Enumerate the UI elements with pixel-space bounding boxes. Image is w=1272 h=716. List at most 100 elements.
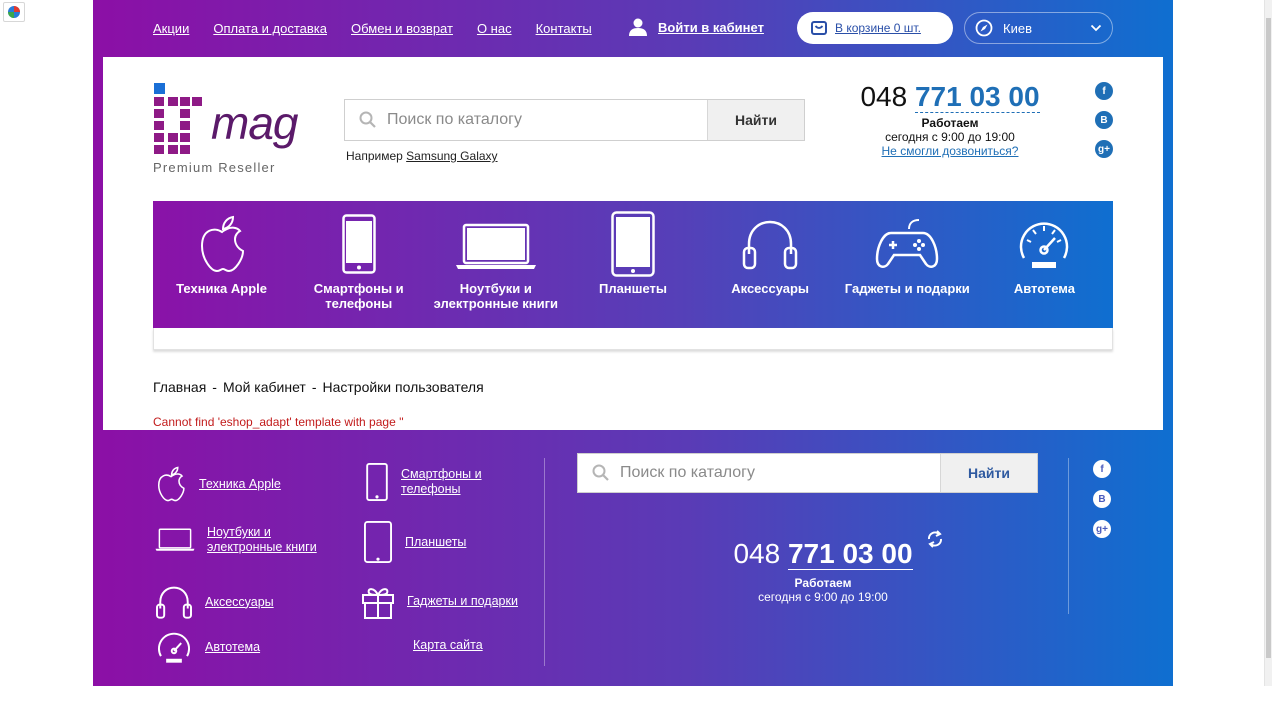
google-plus-icon[interactable]: g+ [1093, 520, 1111, 538]
cart-button[interactable]: В корзине 0 шт. [797, 12, 953, 44]
footer-link-tablets-label: Планшеты [405, 534, 467, 549]
footer-link-sitemap-label: Карта сайта [413, 638, 483, 652]
laptop-icon [455, 223, 536, 269]
footer-search: Найти [577, 453, 1038, 493]
phone-main: 771 03 00 [914, 81, 1040, 113]
breadcrumb-home[interactable]: Главная [153, 379, 206, 395]
headphones-icon [742, 220, 798, 270]
top-link-returns[interactable]: Обмен и возврат [351, 21, 453, 36]
category-phones[interactable]: Смартфоны и телефоны [290, 201, 427, 328]
breadcrumb-separator: - [311, 379, 317, 395]
user-icon [629, 18, 647, 36]
top-link-promo[interactable]: Акции [153, 21, 189, 36]
search-icon [359, 111, 376, 128]
footer-link-auto-label: Автотема [205, 639, 261, 654]
search-icon [592, 464, 609, 481]
footer-link-phones[interactable]: Смартфоны и телефоны [365, 463, 491, 501]
tablet-icon [611, 211, 655, 277]
main-area: mag Premium Reseller Найти Например Sams… [103, 57, 1163, 430]
footer-link-laptops[interactable]: Ноутбуки и электронные книги [155, 525, 327, 555]
cart-icon [811, 21, 827, 35]
error-message: Cannot find 'eshop_adapt' template with … [153, 415, 404, 429]
category-nav-underbar [153, 328, 1113, 350]
footer-divider [544, 458, 545, 666]
breadcrumb: Главная - Мой кабинет - Настройки пользовате… [153, 379, 484, 395]
facebook-icon[interactable]: f [1095, 82, 1113, 100]
footer-search-button[interactable]: Найти [940, 454, 1037, 492]
logo-mag: mag [211, 97, 298, 149]
phone-number[interactable]: 048 771 03 00 [850, 81, 1050, 113]
callback-link[interactable]: Не смогли дозвониться? [850, 144, 1050, 158]
vk-icon[interactable]: B [1093, 490, 1111, 508]
login-button[interactable]: Войти в кабинет [628, 18, 764, 36]
favicon-icon [3, 2, 25, 22]
footer-link-auto[interactable]: Автотема [155, 630, 260, 664]
callback-icon[interactable] [925, 530, 945, 548]
logo-it-mark [154, 97, 202, 154]
search-example: Например Samsung Galaxy [346, 149, 498, 163]
footer-phone-number[interactable]: 048 771 03 00 [713, 538, 933, 570]
category-accessories-label: Аксессуары [731, 281, 810, 296]
category-nav: Техника Apple Смартфоны и телефоны Ноутб… [153, 201, 1113, 328]
category-apple[interactable]: Техника Apple [153, 201, 290, 328]
footer-search-input[interactable] [578, 454, 940, 492]
search-input[interactable] [345, 100, 707, 140]
top-link-about[interactable]: О нас [477, 21, 512, 36]
footer-link-phones-label: Смартфоны и телефоны [401, 467, 482, 496]
category-auto-label: Автотема [1013, 281, 1075, 296]
footer-link-laptops-label: Ноутбуки и электронные книги [207, 525, 317, 554]
work-hours: сегодня с 9:00 до 19:00 [885, 130, 1015, 144]
top-link-payment[interactable]: Оплата и доставка [213, 21, 327, 36]
footer-link-accessories[interactable]: Аксессуары [155, 585, 274, 619]
category-gadgets-label: Гаджеты и подарки [844, 281, 970, 296]
footer-work-hours: сегодня с 9:00 до 19:00 [758, 590, 888, 604]
city-label: Киев [1003, 20, 1032, 36]
category-gadgets[interactable]: Гаджеты и подарки [839, 201, 976, 328]
site-logo[interactable]: mag Premium Reseller [153, 82, 298, 177]
apple-icon [200, 215, 244, 273]
smartphone-icon [341, 214, 376, 274]
category-tablets[interactable]: Планшеты [564, 201, 701, 328]
breadcrumb-separator: - [212, 379, 217, 395]
top-bar: Акции Оплата и доставка Обмен и возврат … [93, 0, 1173, 57]
footer: Техника Apple Ноутбуки и электронные кни… [93, 430, 1173, 686]
header-phone: 048 771 03 00 Работаем сегодня с 9:00 до… [850, 81, 1050, 158]
footer-link-apple[interactable]: Техника Apple [155, 465, 281, 503]
footer-link-gadgets-label: Гаджеты и подарки [407, 593, 518, 608]
google-plus-icon[interactable]: g+ [1095, 140, 1113, 158]
category-tablets-label: Планшеты [598, 281, 668, 296]
smartphone-icon [366, 463, 388, 501]
headphones-icon [156, 586, 192, 619]
footer-phone-main: 771 03 00 [787, 538, 913, 570]
breadcrumb-current: Настройки пользователя [322, 379, 484, 395]
search-example-link[interactable]: Samsung Galaxy [406, 149, 497, 163]
logo-dot [154, 83, 165, 94]
apple-icon [157, 466, 185, 502]
top-links: Акции Оплата и доставка Обмен и возврат … [153, 21, 592, 36]
city-select[interactable]: Киев [964, 12, 1113, 44]
phone-code: 048 [860, 81, 908, 112]
footer-link-sitemap[interactable]: Карта сайта [413, 638, 483, 653]
breadcrumb-cabinet[interactable]: Мой кабинет [223, 379, 306, 395]
facebook-icon[interactable]: f [1093, 460, 1111, 478]
header-search: Найти [344, 99, 805, 141]
search-button[interactable]: Найти [707, 100, 804, 140]
category-laptops[interactable]: Ноутбуки и электронные книги [427, 201, 564, 328]
footer-social: f B g+ [1093, 460, 1272, 716]
footer-link-tablets[interactable]: Планшеты [363, 521, 466, 563]
footer-link-gadgets[interactable]: Гаджеты и подарки [361, 583, 518, 619]
category-auto[interactable]: Автотема [976, 201, 1113, 328]
vk-icon[interactable]: B [1095, 111, 1113, 129]
category-accessories[interactable]: Аксессуары [702, 201, 839, 328]
site: Акции Оплата и доставка Обмен и возврат … [93, 0, 1173, 686]
tablet-icon [364, 521, 392, 563]
footer-work-label: Работаем [794, 576, 852, 590]
gift-icon [362, 588, 394, 619]
logo-tagline: Premium Reseller [153, 160, 276, 175]
category-apple-label: Техника Apple [176, 281, 268, 296]
compass-icon [975, 19, 993, 37]
footer-phone: 048 771 03 00 Работаем сегодня с 9:00 до… [713, 538, 933, 604]
chevron-down-icon [1090, 24, 1102, 32]
top-link-contacts[interactable]: Контакты [536, 21, 592, 36]
speedometer-icon [158, 632, 190, 663]
